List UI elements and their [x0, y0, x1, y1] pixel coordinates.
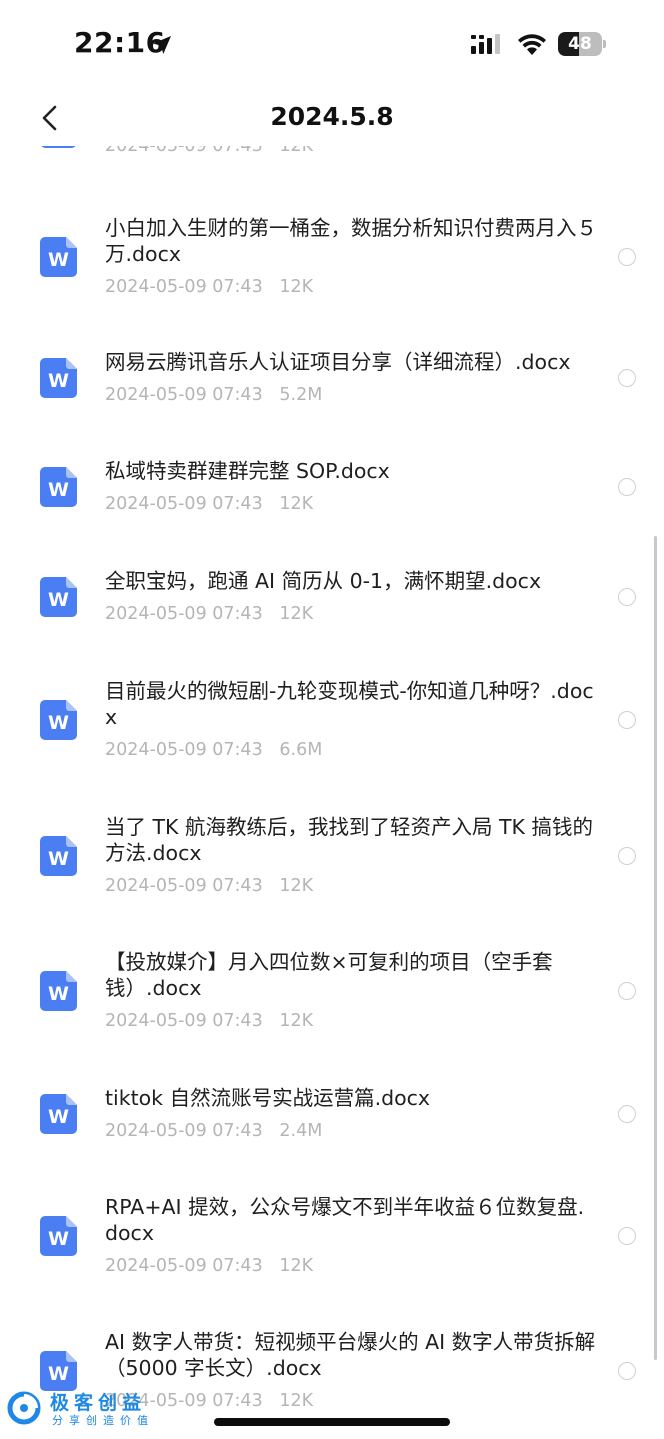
word-doc-letter: W: [48, 370, 69, 392]
file-info: 小白加入生财的第一桶金，数据分析知识付费两月入５万.docx 2024-05-09…: [105, 215, 597, 297]
file-meta: 2024-05-09 07:43 12K: [105, 494, 597, 514]
file-info: 全职宝妈，跑通 AI 简历从 0-1，满怀期望.docx 2024-05-09 0…: [105, 568, 597, 624]
file-size: 12K: [279, 1391, 314, 1411]
file-list[interactable]: 2024-05-09 07:43 12K W 小白加入生财的第一桶金，数据分析知识…: [0, 0, 664, 1439]
location-arrow-icon: [153, 36, 171, 54]
file-info: 私域特卖群建群完整 SOP.docx 2024-05-09 07:43 12K: [105, 458, 597, 514]
watermark-logo: 极客创益 分享创造价值: [6, 1388, 166, 1432]
brand-logo-icon: [7, 1391, 41, 1425]
file-size: 12K: [279, 1011, 314, 1031]
file-name: 小白加入生财的第一桶金，数据分析知识付费两月入５万.docx: [105, 216, 597, 266]
file-size: 12K: [279, 277, 314, 297]
file-date: 2024-05-09 07:43: [105, 277, 263, 297]
file-name: RPA+AI 提效，公众号爆文不到半年收益６位数复盘.docx: [105, 1195, 585, 1245]
scrollbar[interactable]: [654, 536, 657, 1360]
word-doc-icon: W: [40, 1216, 77, 1256]
battery-percent: 48: [568, 34, 592, 54]
file-date: 2024-05-09 07:43: [105, 1256, 263, 1276]
word-doc-letter: W: [48, 712, 69, 734]
file-meta: 2024-05-09 07:43 12K: [105, 604, 597, 624]
file-size: 5.2M: [279, 385, 323, 405]
file-meta: 2024-05-09 07:43 12K: [105, 876, 597, 896]
file-info: 【投放媒介】月入四位数×可复利的项目（空手套钱）.docx 2024-05-09 …: [105, 949, 597, 1031]
file-info: tiktok 自然流账号实战运营篇.docx 2024-05-09 07:43 2…: [105, 1085, 597, 1141]
word-doc-icon: W: [40, 358, 77, 398]
file-info: RPA+AI 提效，公众号爆文不到半年收益６位数复盘.docx 2024-05-0…: [105, 1194, 597, 1276]
file-size: 2.4M: [279, 1121, 323, 1141]
home-indicator[interactable]: [214, 1418, 450, 1426]
word-doc-letter: W: [48, 848, 69, 870]
file-date: 2024-05-09 07:43: [105, 604, 263, 624]
select-radio[interactable]: [618, 478, 636, 496]
select-radio[interactable]: [618, 711, 636, 729]
watermark-subtitle: 分享创造价值: [52, 1414, 154, 1427]
watermark-title: 极客创益: [50, 1392, 147, 1414]
word-doc-icon: W: [40, 836, 77, 876]
file-date: 2024-05-09 07:43: [105, 740, 263, 760]
battery-indicator: 48: [558, 32, 606, 56]
word-doc-letter: W: [48, 589, 69, 611]
file-info: 当了 TK 航海教练后，我找到了轻资产入局 TK 搞钱的方法.docx 2024-…: [105, 814, 597, 896]
file-meta: 2024-05-09 07:43 5.2M: [105, 385, 597, 405]
nav-bar: 2024.5.8: [0, 90, 664, 146]
file-meta: 2024-05-09 07:43 2.4M: [105, 1121, 597, 1141]
select-radio[interactable]: [618, 369, 636, 387]
word-doc-icon: W: [40, 467, 77, 507]
select-radio[interactable]: [618, 1105, 636, 1123]
file-meta: 2024-05-09 07:43 12K: [105, 1391, 597, 1411]
file-size: 12K: [279, 494, 314, 514]
select-radio[interactable]: [618, 1227, 636, 1245]
word-doc-icon: W: [40, 1351, 77, 1391]
word-doc-icon: W: [40, 971, 77, 1011]
word-doc-letter: W: [48, 1106, 69, 1128]
file-name: tiktok 自然流账号实战运营篇.docx: [105, 1086, 431, 1110]
file-info: AI 数字人带货：短视频平台爆火的 AI 数字人带货拆解（5000 字长文）.d…: [105, 1329, 597, 1411]
file-size: 12K: [279, 1256, 314, 1276]
file-name: 【投放媒介】月入四位数×可复利的项目（空手套钱）.docx: [105, 950, 553, 1000]
word-doc-letter: W: [48, 1228, 69, 1250]
file-meta: 2024-05-09 07:43 6.6M: [105, 740, 597, 760]
word-doc-icon: W: [40, 237, 77, 277]
word-doc-icon: W: [40, 700, 77, 740]
file-info: 网易云腾讯音乐人认证项目分享（详细流程）.docx 2024-05-09 07:4…: [105, 349, 597, 405]
file-meta: 2024-05-09 07:43 12K: [105, 277, 597, 297]
file-name: AI 数字人带货：短视频平台爆火的 AI 数字人带货拆解（5000 字长文）.d…: [105, 1330, 596, 1380]
file-name: 网易云腾讯音乐人认证项目分享（详细流程）.docx: [105, 350, 571, 374]
file-size: 12K: [279, 876, 314, 896]
word-doc-letter: W: [48, 983, 69, 1005]
file-name: 目前最火的微短剧-九轮变现模式-你知道几种呀？.docx: [105, 679, 594, 729]
file-date: 2024-05-09 07:43: [105, 494, 263, 514]
file-date: 2024-05-09 07:43: [105, 876, 263, 896]
select-radio[interactable]: [618, 982, 636, 1000]
word-doc-letter: W: [48, 249, 69, 271]
file-size: 6.6M: [279, 740, 323, 760]
file-name: 私域特卖群建群完整 SOP.docx: [105, 459, 390, 483]
select-radio[interactable]: [618, 847, 636, 865]
wifi-icon: [518, 34, 546, 55]
select-radio[interactable]: [618, 588, 636, 606]
word-doc-letter: W: [48, 479, 69, 501]
word-doc-icon: W: [40, 1094, 77, 1134]
status-bar: 22:16 48: [0, 0, 664, 90]
word-doc-letter: W: [48, 1363, 69, 1385]
select-radio[interactable]: [618, 1362, 636, 1380]
file-name: 当了 TK 航海教练后，我找到了轻资产入局 TK 搞钱的方法.docx: [105, 815, 593, 865]
cellular-signal-icon: [471, 34, 500, 54]
select-radio[interactable]: [618, 248, 636, 266]
file-name: 全职宝妈，跑通 AI 简历从 0-1，满怀期望.docx: [105, 569, 542, 593]
file-meta: 2024-05-09 07:43 12K: [105, 1256, 597, 1276]
file-size: 12K: [279, 604, 314, 624]
word-doc-icon: W: [40, 577, 77, 617]
file-date: 2024-05-09 07:43: [105, 385, 263, 405]
file-meta: 2024-05-09 07:43 12K: [105, 1011, 597, 1031]
file-date: 2024-05-09 07:43: [105, 1011, 263, 1031]
file-info: 目前最火的微短剧-九轮变现模式-你知道几种呀？.docx 2024-05-09 0…: [105, 678, 597, 760]
page-title: 2024.5.8: [270, 102, 394, 131]
file-date: 2024-05-09 07:43: [105, 1121, 263, 1141]
screen: 2024-05-09 07:43 12K W 小白加入生财的第一桶金，数据分析知识…: [0, 0, 664, 1439]
